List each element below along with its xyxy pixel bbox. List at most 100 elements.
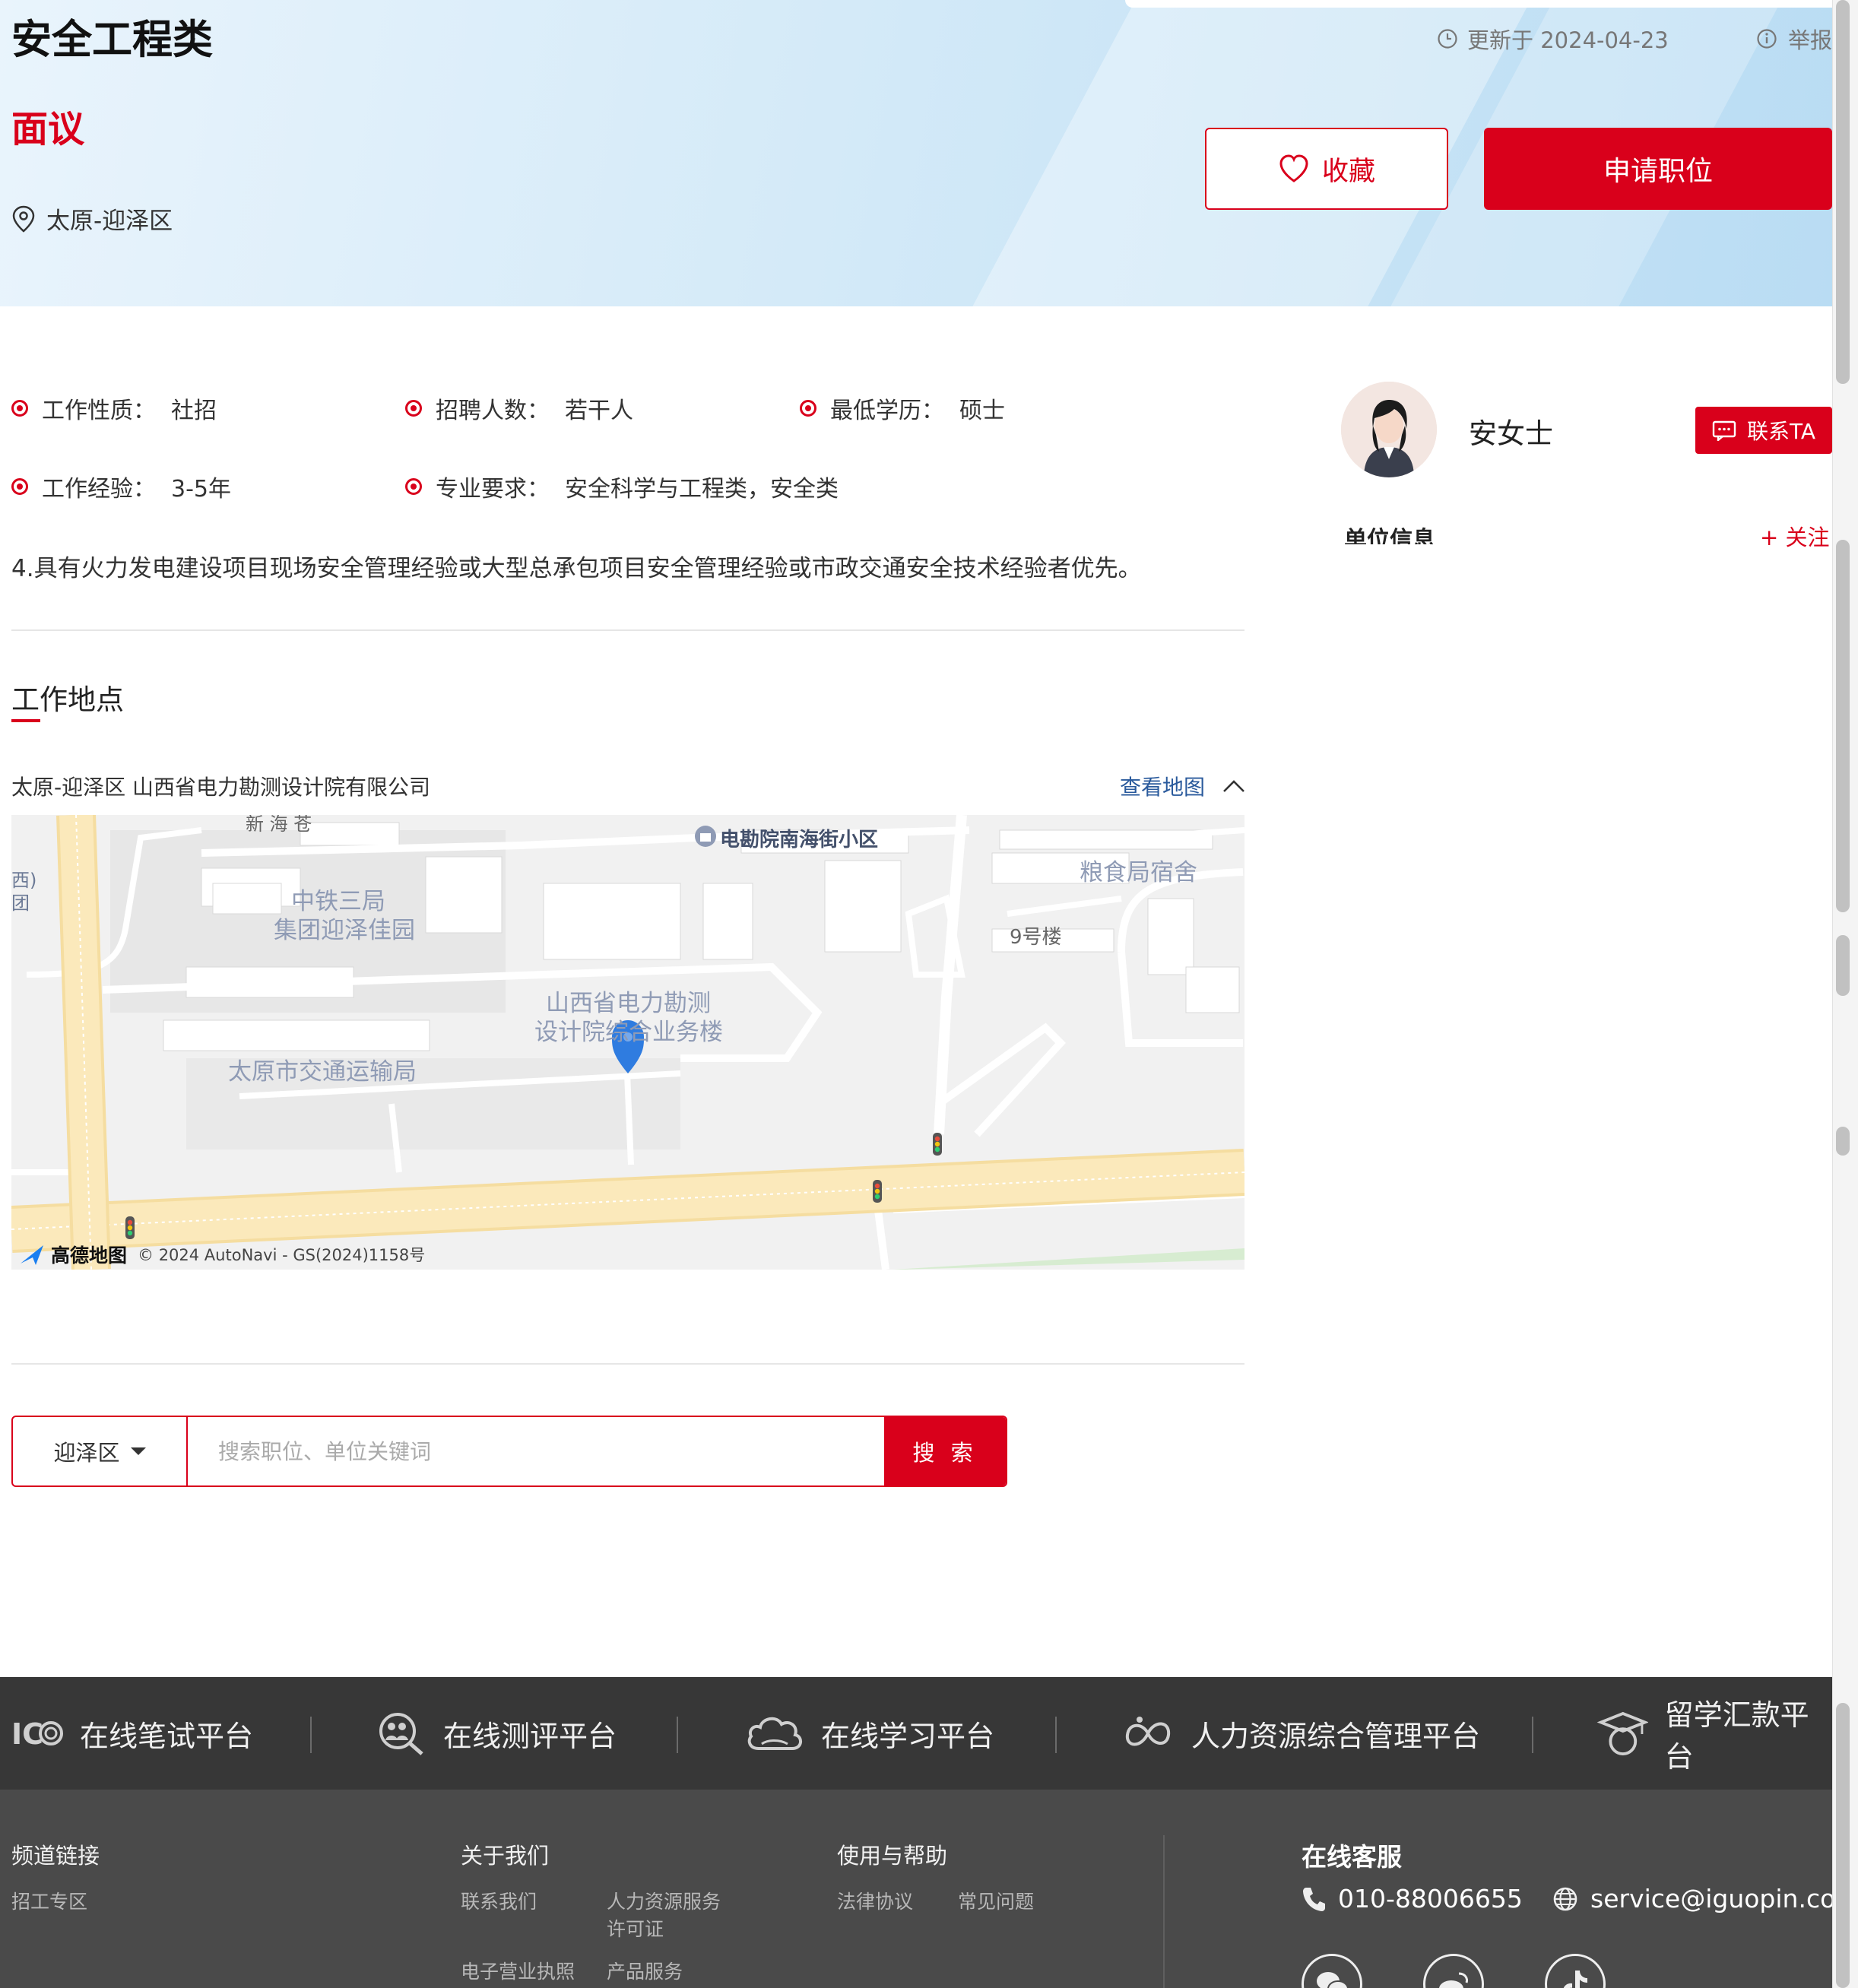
footer-phone-text: 010-88006655 — [1338, 1884, 1523, 1913]
platform-hr-management[interactable]: 人力资源综合管理平台 — [1121, 1677, 1480, 1790]
top-bar-edge — [1125, 0, 1832, 8]
location-pin-icon — [12, 205, 35, 233]
report-label: 举报 — [1788, 27, 1832, 53]
job-description-line: 4.具有火力发电建设项目现场安全管理经验或大型总承包项目安全管理经验或市政交通安… — [11, 555, 1142, 582]
map-poi-label: 电勘院南海街小区 — [720, 829, 879, 851]
map-label: 团 — [11, 893, 30, 914]
recruiter-avatar-image — [1341, 382, 1437, 477]
clock-icon — [1438, 29, 1457, 49]
scrollbar-thumb[interactable] — [1836, 1127, 1850, 1156]
job-search-bar: 迎泽区 搜 索 — [11, 1416, 1007, 1487]
job-location-text: 太原-迎泽区 — [46, 208, 173, 235]
update-time: 更新于 2024-04-23 — [1437, 23, 1669, 55]
search-button[interactable]: 搜 索 — [884, 1417, 1006, 1485]
job-header-banner: 安全工程类 面议 太原-迎泽区 更新于 2024-04-23 举报 收藏 申请职… — [0, 0, 1832, 306]
map-label: 集团迎泽佳园 — [274, 917, 415, 944]
section-title-work-location: 工作地点 — [11, 683, 124, 716]
attr-work-type: 工作性质： 社招 — [11, 392, 217, 425]
map-copyright: © 2024 AutoNavi - GS(2024)1158号 — [138, 1246, 426, 1264]
bullet-icon — [405, 400, 422, 417]
attr-label: 招聘人数： — [436, 398, 550, 424]
phone-icon — [1303, 1887, 1325, 1911]
svg-text:IC: IC — [11, 1717, 43, 1750]
follow-button[interactable]: + 关注 — [1760, 520, 1830, 552]
job-title: 安全工程类 — [11, 17, 213, 63]
unit-info-title: 单位信息 — [1344, 527, 1435, 544]
scrollbar-thumb[interactable] — [1836, 1703, 1850, 1988]
platform-online-exam[interactable]: IC 在线笔试平台 — [11, 1677, 253, 1790]
site-footer: 频道链接 招工专区 关于我们 联系我们 人力资源服务许可证 电子营业执照 产品服… — [0, 1790, 1858, 1988]
ice-logo-icon: IC — [11, 1717, 63, 1750]
platform-online-learning[interactable]: 在线学习平台 — [745, 1677, 994, 1790]
job-location: 太原-迎泽区 — [11, 201, 173, 236]
district-select[interactable]: 迎泽区 — [13, 1417, 188, 1485]
section-title-underline — [11, 719, 40, 722]
map-label: 9号楼 — [1010, 926, 1062, 949]
footer-heading-channels: 频道链接 — [11, 1843, 100, 1869]
footer-link[interactable]: 常见问题 — [958, 1888, 1034, 1916]
footer-heading-service: 在线客服 — [1302, 1842, 1402, 1872]
footer-heading-help: 使用与帮助 — [837, 1843, 948, 1869]
footer-link[interactable]: 产品服务 — [607, 1958, 683, 1986]
separator — [1055, 1717, 1057, 1753]
footer-link[interactable]: 招工专区 — [11, 1888, 87, 1916]
footer-link[interactable]: 联系我们 — [461, 1888, 537, 1916]
favorite-label: 收藏 — [1321, 156, 1375, 187]
caret-down-icon — [130, 1447, 146, 1455]
separator — [1532, 1717, 1533, 1753]
separator — [677, 1717, 678, 1753]
footer-email[interactable]: service@iguopin.com — [1552, 1884, 1858, 1913]
footer-link[interactable]: 电子营业执照 — [461, 1958, 575, 1986]
footer-email-text: service@iguopin.com — [1590, 1884, 1858, 1913]
location-map[interactable]: 新 海 苍 电勘院南海街小区 粮食局宿舍 9号楼 中铁三局 集团迎泽佳园 山西省… — [11, 815, 1244, 1270]
contact-button[interactable]: 联系TA — [1695, 407, 1832, 454]
report-link[interactable]: 举报 — [1756, 23, 1832, 55]
scrollbar-thumb[interactable] — [1836, 0, 1850, 384]
platform-label: 人力资源综合管理平台 — [1191, 1719, 1481, 1753]
bullet-icon — [405, 478, 422, 495]
attr-value: 若干人 — [565, 398, 633, 424]
graduation-cap-icon — [1596, 1711, 1648, 1755]
attr-label: 工作经验： — [42, 476, 156, 503]
attr-label: 工作性质： — [42, 398, 156, 424]
platforms-strip: IC 在线笔试平台 在线测评平台 在线学习平台 人力资源综合管理平台 留学汇款平… — [0, 1677, 1832, 1790]
hr-loop-icon — [1125, 1717, 1171, 1746]
attr-value: 安全科学与工程类，安全类 — [565, 476, 839, 503]
section-divider — [11, 629, 1244, 631]
contact-label: 联系TA — [1746, 419, 1816, 444]
footer-link[interactable]: 人力资源服务许可证 — [607, 1888, 728, 1943]
platform-online-assessment[interactable]: 在线测评平台 — [376, 1677, 617, 1790]
attr-education: 最低学历： 硕士 — [800, 392, 1005, 425]
cloud-icon — [747, 1717, 802, 1750]
work-address: 太原-迎泽区 山西省电力勘测设计院有限公司 — [11, 775, 431, 800]
footer-divider — [1163, 1835, 1165, 1988]
view-map-label: 查看地图 — [1120, 775, 1206, 800]
contact-name: 安女士 — [1469, 417, 1553, 450]
bullet-icon — [11, 400, 28, 417]
attr-value: 社招 — [171, 398, 217, 424]
footer-phone: 010-88006655 — [1302, 1884, 1523, 1913]
attr-label: 专业要求： — [436, 476, 550, 503]
footer-heading-about: 关于我们 — [461, 1843, 550, 1869]
map-label: 设计院综合业务楼 — [534, 1019, 723, 1046]
district-select-value: 迎泽区 — [53, 1440, 120, 1466]
view-map-toggle[interactable]: 查看地图 — [1120, 771, 1246, 801]
scrollbar-thumb[interactable] — [1836, 935, 1850, 996]
favorite-button[interactable]: 收藏 — [1205, 128, 1448, 210]
footer-link[interactable]: 法律协议 — [837, 1888, 913, 1916]
chat-icon — [1712, 420, 1736, 441]
salary: 面议 — [11, 108, 85, 151]
update-time-text: 更新于 2024-04-23 — [1467, 27, 1669, 53]
attr-value: 硕士 — [959, 398, 1005, 424]
search-input[interactable] — [188, 1417, 884, 1485]
heart-icon — [1279, 154, 1308, 182]
globe-icon — [1553, 1887, 1577, 1910]
info-icon — [1757, 29, 1777, 49]
assessment-icon — [379, 1713, 423, 1755]
map-label: 粮食局宿舍 — [1080, 859, 1197, 886]
map-label: 新 海 苍 — [246, 815, 312, 835]
platform-study-abroad-remittance[interactable]: 留学汇款平台 — [1596, 1677, 1832, 1790]
map-attribution: 高德地图 © 2024 AutoNavi - GS(2024)1158号 — [19, 1241, 425, 1268]
apply-button[interactable]: 申请职位 — [1484, 128, 1832, 210]
scrollbar-thumb[interactable] — [1836, 540, 1850, 912]
